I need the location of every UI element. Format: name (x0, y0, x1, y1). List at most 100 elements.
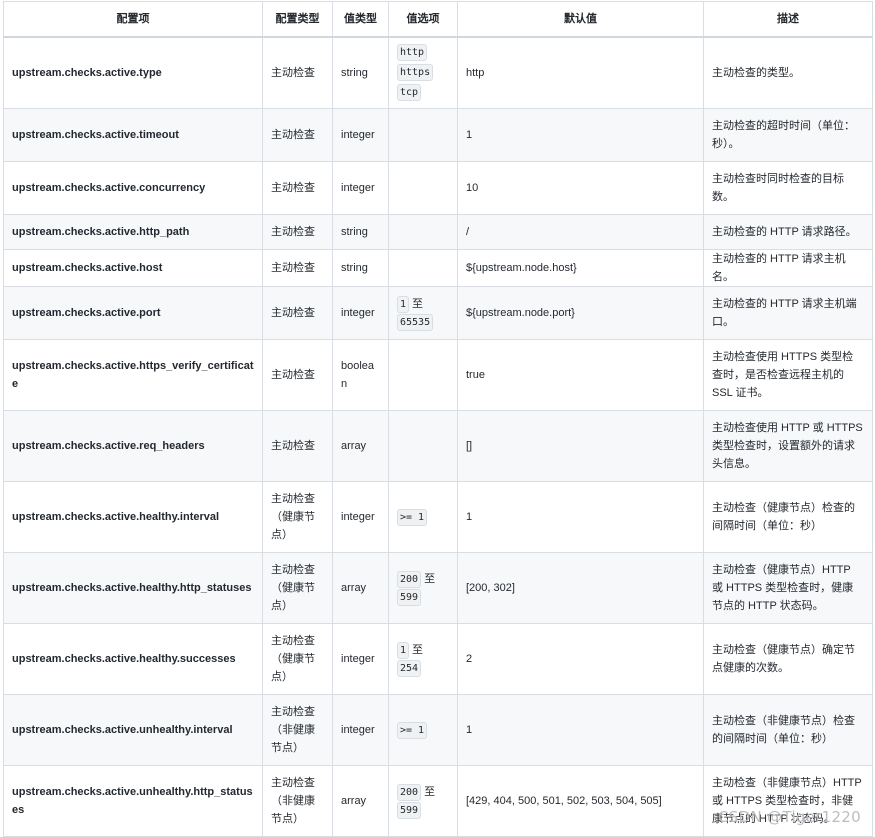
default-value: 1 (457, 107, 704, 162)
config-type: 主动检查（健康节点） (262, 551, 333, 624)
range-separator: 至 (424, 785, 436, 798)
range-separator: 至 (424, 572, 436, 585)
value-options: 1 至 254 (388, 622, 458, 695)
table-row: upstream.checks.active.timeout 主动检查 inte… (3, 107, 873, 162)
value-options: 1 至 65535 (388, 285, 458, 340)
default-value: ${upstream.node.host} (457, 248, 704, 287)
default-value: [] (457, 409, 704, 482)
description: 主动检查时同时检查的目标数。 (703, 160, 873, 215)
value-type: string (332, 213, 389, 250)
option-code: 200 (397, 783, 422, 801)
config-type: 主动检查 (262, 248, 333, 287)
description: 主动检查使用 HTTP 或 HTTPS 类型检查时，设置额外的请求头信息。 (703, 409, 873, 482)
config-type: 主动检查 (262, 285, 333, 340)
description: 主动检查的类型。 (703, 36, 873, 109)
table-header-row: 配置项 配置类型 值类型 值选项 默认值 描述 (3, 1, 873, 38)
config-table: 配置项 配置类型 值类型 值选项 默认值 描述 upstream.checks.… (3, 1, 873, 837)
config-key: upstream.checks.active.concurrency (3, 160, 263, 215)
default-value: ${upstream.node.port} (457, 285, 704, 340)
value-type: integer (332, 480, 389, 553)
option-code: 599 (397, 588, 422, 606)
value-type: array (332, 764, 389, 837)
table-row: upstream.checks.active.https_verify_cert… (3, 338, 873, 411)
description: 主动检查（健康节点）检查的间隔时间（单位：秒） (703, 480, 873, 553)
description: 主动检查的超时时间（单位：秒）。 (703, 107, 873, 162)
config-type: 主动检查 (262, 160, 333, 215)
default-value: [429, 404, 500, 501, 502, 503, 504, 505] (457, 764, 704, 837)
default-value: 1 (457, 480, 704, 553)
config-type: 主动检查 (262, 409, 333, 482)
header-default-value: 默认值 (457, 1, 704, 38)
config-key: upstream.checks.active.healthy.successes (3, 622, 263, 695)
config-type: 主动检查（健康节点） (262, 480, 333, 553)
range-separator: 至 (412, 643, 424, 656)
value-type: integer (332, 285, 389, 340)
config-type: 主动检查 (262, 107, 333, 162)
value-options (388, 248, 458, 287)
description: 主动检查（健康节点）HTTP 或 HTTPS 类型检查时，健康节点的 HTTP … (703, 551, 873, 624)
value-type: array (332, 409, 389, 482)
value-options (388, 213, 458, 250)
value-options (388, 160, 458, 215)
table-row: upstream.checks.active.type 主动检查 string … (3, 36, 873, 109)
option-code: tcp (397, 84, 422, 102)
header-config-item: 配置项 (3, 1, 263, 38)
config-key: upstream.checks.active.http_path (3, 213, 263, 250)
option-code: 1 (397, 641, 410, 659)
option-code: 254 (397, 659, 422, 677)
description: 主动检查使用 HTTPS 类型检查时，是否检查远程主机的 SSL 证书。 (703, 338, 873, 411)
value-type: string (332, 36, 389, 109)
option-code: 599 (397, 801, 422, 819)
config-type: 主动检查（非健康节点） (262, 764, 333, 837)
value-type: boolean (332, 338, 389, 411)
default-value: true (457, 338, 704, 411)
option-code: >= 1 (397, 721, 428, 739)
value-type: integer (332, 160, 389, 215)
config-key: upstream.checks.active.unhealthy.interva… (3, 693, 263, 766)
header-value-type: 值类型 (332, 1, 389, 38)
config-key: upstream.checks.active.healthy.http_stat… (3, 551, 263, 624)
table-row: upstream.checks.active.concurrency 主动检查 … (3, 160, 873, 215)
default-value: 10 (457, 160, 704, 215)
table-row: upstream.checks.active.unhealthy.interva… (3, 693, 873, 766)
table-row: upstream.checks.active.host 主动检查 string … (3, 248, 873, 287)
table-row: upstream.checks.active.healthy.successes… (3, 622, 873, 695)
config-key: upstream.checks.active.unhealthy.http_st… (3, 764, 263, 837)
option-code: >= 1 (397, 508, 428, 526)
option-code: 65535 (397, 313, 434, 331)
value-options (388, 338, 458, 411)
default-value: 2 (457, 622, 704, 695)
value-type: integer (332, 622, 389, 695)
value-options: 200 至599 (388, 551, 458, 624)
config-type: 主动检查（健康节点） (262, 622, 333, 695)
config-key: upstream.checks.active.host (3, 248, 263, 287)
value-options: 200 至599 (388, 764, 458, 837)
default-value: / (457, 213, 704, 250)
header-description: 描述 (703, 1, 873, 38)
config-key: upstream.checks.active.type (3, 36, 263, 109)
table-row: upstream.checks.active.port 主动检查 integer… (3, 285, 873, 340)
value-options: >= 1 (388, 480, 458, 553)
config-key: upstream.checks.active.https_verify_cert… (3, 338, 263, 411)
range-separator: 至 (412, 297, 424, 310)
option-code: 1 (397, 295, 410, 313)
header-config-type: 配置类型 (262, 1, 333, 38)
value-options (388, 107, 458, 162)
config-type: 主动检查 (262, 36, 333, 109)
table-row: upstream.checks.active.http_path 主动检查 st… (3, 213, 873, 250)
value-options (388, 409, 458, 482)
watermark: CSDN @Tiger1220 (718, 808, 861, 826)
description: 主动检查的 HTTP 请求主机名。 (703, 248, 873, 287)
description: 主动检查（非健康节点）检查的间隔时间（单位：秒） (703, 693, 873, 766)
value-options: >= 1 (388, 693, 458, 766)
option-code: 200 (397, 570, 422, 588)
value-type: integer (332, 693, 389, 766)
description: 主动检查的 HTTP 请求主机端口。 (703, 285, 873, 340)
default-value: 1 (457, 693, 704, 766)
default-value: http (457, 36, 704, 109)
header-value-options: 值选项 (388, 1, 458, 38)
config-type: 主动检查 (262, 213, 333, 250)
value-type: string (332, 248, 389, 287)
table-row: upstream.checks.active.healthy.interval … (3, 480, 873, 553)
description: 主动检查（健康节点）确定节点健康的次数。 (703, 622, 873, 695)
